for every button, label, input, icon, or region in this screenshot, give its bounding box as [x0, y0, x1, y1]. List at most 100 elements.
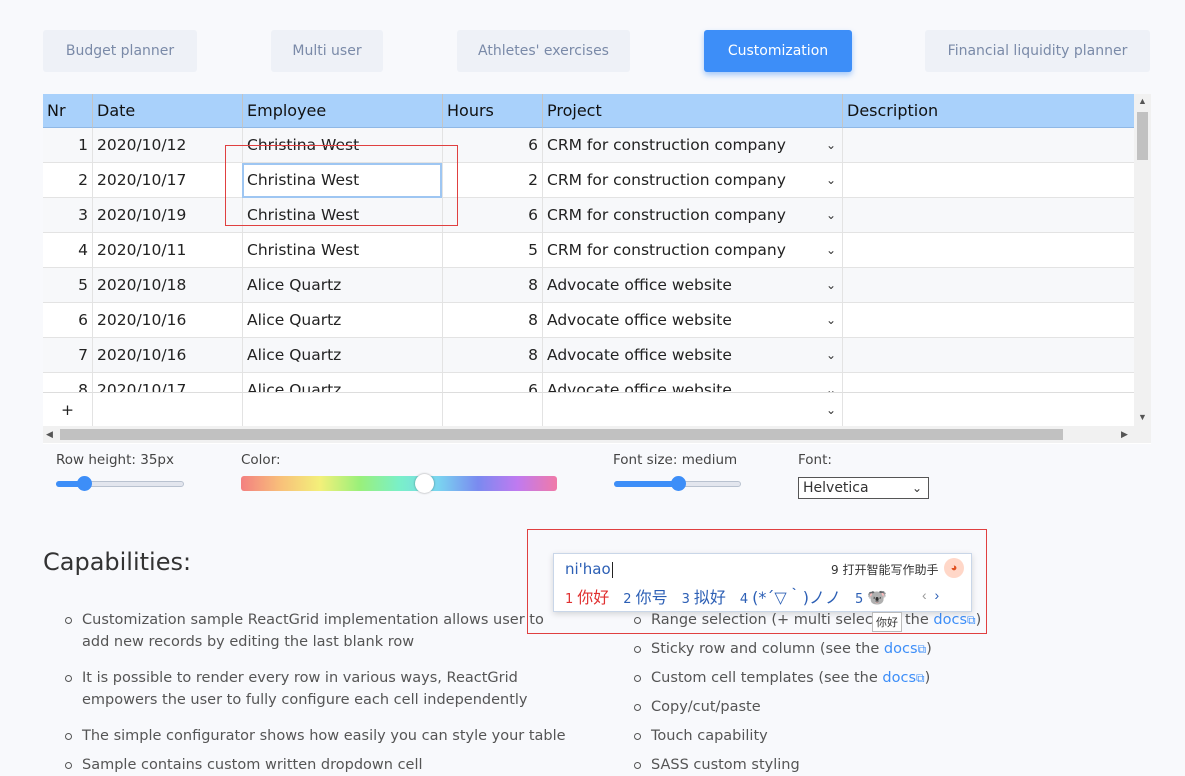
ime-candidate[interactable]: 5 🐨 [855, 588, 887, 607]
grid-cell-date[interactable]: 2020/10/12 [93, 128, 243, 163]
chevron-down-icon: ⌄ [911, 481, 922, 495]
row-height-slider-thumb[interactable] [77, 476, 93, 491]
vertical-scrollbar[interactable]: ▲ ▼ [1134, 94, 1151, 426]
grid-cell-date[interactable]: 2020/10/17 [93, 163, 243, 198]
grid-cell-description[interactable] [843, 268, 1135, 303]
grid-cell-project[interactable]: CRM for construction company ⌄ [543, 163, 843, 198]
ime-candidate-text: 🐨 [867, 588, 888, 607]
grid-cell-date[interactable]: 2020/10/18 [93, 268, 243, 303]
grid-cell-employee[interactable]: Christina West [243, 198, 443, 233]
grid-cell-employee[interactable]: Alice Quartz [243, 338, 443, 373]
scroll-right-icon[interactable]: ▶ [1121, 429, 1128, 440]
new-row-cell-description[interactable] [843, 392, 1135, 427]
ime-candidate[interactable]: 2 你号 [623, 588, 667, 607]
grid-cell-description[interactable] [843, 163, 1135, 198]
tab-budget-planner[interactable]: Budget planner [43, 30, 197, 72]
grid-cell-description[interactable] [843, 233, 1135, 268]
grid-cell-hours[interactable]: 2 [443, 163, 543, 198]
tab-multi-user[interactable]: Multi user [271, 30, 383, 72]
tab-financial-liquidity-planner[interactable]: Financial liquidity planner [925, 30, 1150, 72]
chevron-down-icon[interactable]: ⌄ [826, 138, 836, 152]
chevron-down-icon[interactable]: ⌄ [826, 173, 836, 187]
grid-cell-employee[interactable]: Alice Quartz [243, 268, 443, 303]
ime-candidate[interactable]: 1 你好 [565, 588, 609, 607]
external-link-icon[interactable]: ⧉ [918, 642, 927, 656]
grid-cell-nr[interactable]: 4 [43, 233, 93, 268]
grid-cell-description[interactable] [843, 128, 1135, 163]
ime-candidate[interactable]: 3 拟好 [682, 588, 726, 607]
capability-copy-paste: Copy/cut/paste [634, 696, 761, 718]
ime-assistant-option[interactable]: 9 打开智能写作助手 [831, 561, 938, 578]
grid-cell-hours[interactable]: 8 [443, 303, 543, 338]
grid-cell-description[interactable] [843, 303, 1135, 338]
scroll-down-icon[interactable]: ▼ [1138, 412, 1147, 422]
capability-left-2: It is possible to render every row in va… [65, 667, 582, 711]
chevron-down-icon[interactable]: ⌄ [826, 278, 836, 292]
chevron-down-icon[interactable]: ⌄ [826, 243, 836, 257]
grid-cell-nr[interactable]: 3 [43, 198, 93, 233]
chevron-down-icon[interactable]: ⌄ [826, 208, 836, 222]
project-value: CRM for construction company [547, 171, 786, 189]
chevron-down-icon[interactable]: ⌄ [826, 313, 836, 327]
scroll-left-icon[interactable]: ◀ [46, 429, 53, 440]
grid-cell-project[interactable]: Advocate office website ⌄ [543, 268, 843, 303]
grid-cell-hours[interactable]: 6 [443, 128, 543, 163]
grid-cell-date[interactable]: 2020/10/19 [93, 198, 243, 233]
external-link-icon[interactable]: ⧉ [967, 613, 976, 627]
header-hours: Hours [443, 94, 543, 128]
grid-cell-hours[interactable]: 5 [443, 233, 543, 268]
tab-customization[interactable]: Customization [704, 30, 852, 72]
example-tabs: Budget planner Multi user Athletes' exer… [0, 0, 1185, 90]
grid-cell-date[interactable]: 2020/10/16 [93, 303, 243, 338]
vertical-scroll-thumb[interactable] [1137, 112, 1148, 160]
new-row-project-cell[interactable]: ⌄ [543, 392, 843, 427]
font-size-slider-thumb[interactable] [670, 476, 686, 491]
color-slider[interactable] [241, 476, 557, 491]
tab-athletes-exercises[interactable]: Athletes' exercises [457, 30, 630, 72]
grid-cell-nr[interactable]: 1 [43, 128, 93, 163]
scroll-up-icon[interactable]: ▲ [1138, 96, 1147, 106]
grid-cell-nr[interactable]: 2 [43, 163, 93, 198]
grid-cell-employee[interactable]: Christina West [243, 128, 443, 163]
ime-composition: ni'hao [565, 560, 613, 578]
grid-cell-project[interactable]: CRM for construction company ⌄ [543, 128, 843, 163]
grid-cell-employee[interactable]: Christina West [243, 233, 443, 268]
docs-link-sticky[interactable]: docs [884, 641, 918, 657]
grid-cell-hours[interactable]: 8 [443, 268, 543, 303]
horizontal-scroll-thumb[interactable] [60, 429, 1063, 440]
chevron-right-icon[interactable]: › [934, 587, 939, 603]
grid-cell-hours[interactable]: 6 [443, 198, 543, 233]
new-row-cell-hours[interactable] [443, 392, 543, 427]
add-row-button[interactable]: + [43, 392, 93, 427]
font-select[interactable]: Helvetica ⌄ [798, 477, 929, 499]
grid-cell-description[interactable] [843, 198, 1135, 233]
grid-cell-nr[interactable]: 6 [43, 303, 93, 338]
grid-cell-date[interactable]: 2020/10/16 [93, 338, 243, 373]
chevron-down-icon[interactable]: ⌄ [826, 403, 836, 417]
grid-cell-hours[interactable]: 8 [443, 338, 543, 373]
grid-cell-description[interactable] [843, 338, 1135, 373]
external-link-icon[interactable]: ⧉ [916, 671, 925, 685]
ime-candidate-text: (*´▽｀)ノノ [752, 588, 841, 607]
grid-cell-date[interactable]: 2020/10/11 [93, 233, 243, 268]
grid-cell-project[interactable]: CRM for construction company ⌄ [543, 233, 843, 268]
header-date: Date [93, 94, 243, 128]
grid-cell-nr[interactable]: 5 [43, 268, 93, 303]
new-row-cell-date[interactable] [93, 392, 243, 427]
chevron-down-icon[interactable]: ⌄ [826, 348, 836, 362]
docs-link-custom-cell[interactable]: docs [882, 670, 916, 686]
grid-cell-project[interactable]: Advocate office website ⌄ [543, 303, 843, 338]
project-value: CRM for construction company [547, 241, 786, 259]
react-grid[interactable]: Nr Date Employee Hours Project Description 1 20… [43, 94, 1151, 444]
docs-link-range-selection[interactable]: docs [933, 612, 967, 628]
ime-candidate[interactable]: 4 (*´▽｀)ノノ [740, 588, 841, 607]
grid-cell-project[interactable]: Advocate office website ⌄ [543, 338, 843, 373]
horizontal-scrollbar[interactable]: ◀ ▶ [43, 426, 1151, 443]
chevron-left-icon[interactable]: ‹ [922, 587, 927, 603]
grid-cell-project[interactable]: CRM for construction company ⌄ [543, 198, 843, 233]
new-row-cell-employee[interactable] [243, 392, 443, 427]
ime-page-nav: ‹ › [922, 587, 939, 603]
grid-cell-nr[interactable]: 7 [43, 338, 93, 373]
grid-cell-employee[interactable]: Alice Quartz [243, 303, 443, 338]
project-value: Advocate office website [547, 276, 732, 294]
